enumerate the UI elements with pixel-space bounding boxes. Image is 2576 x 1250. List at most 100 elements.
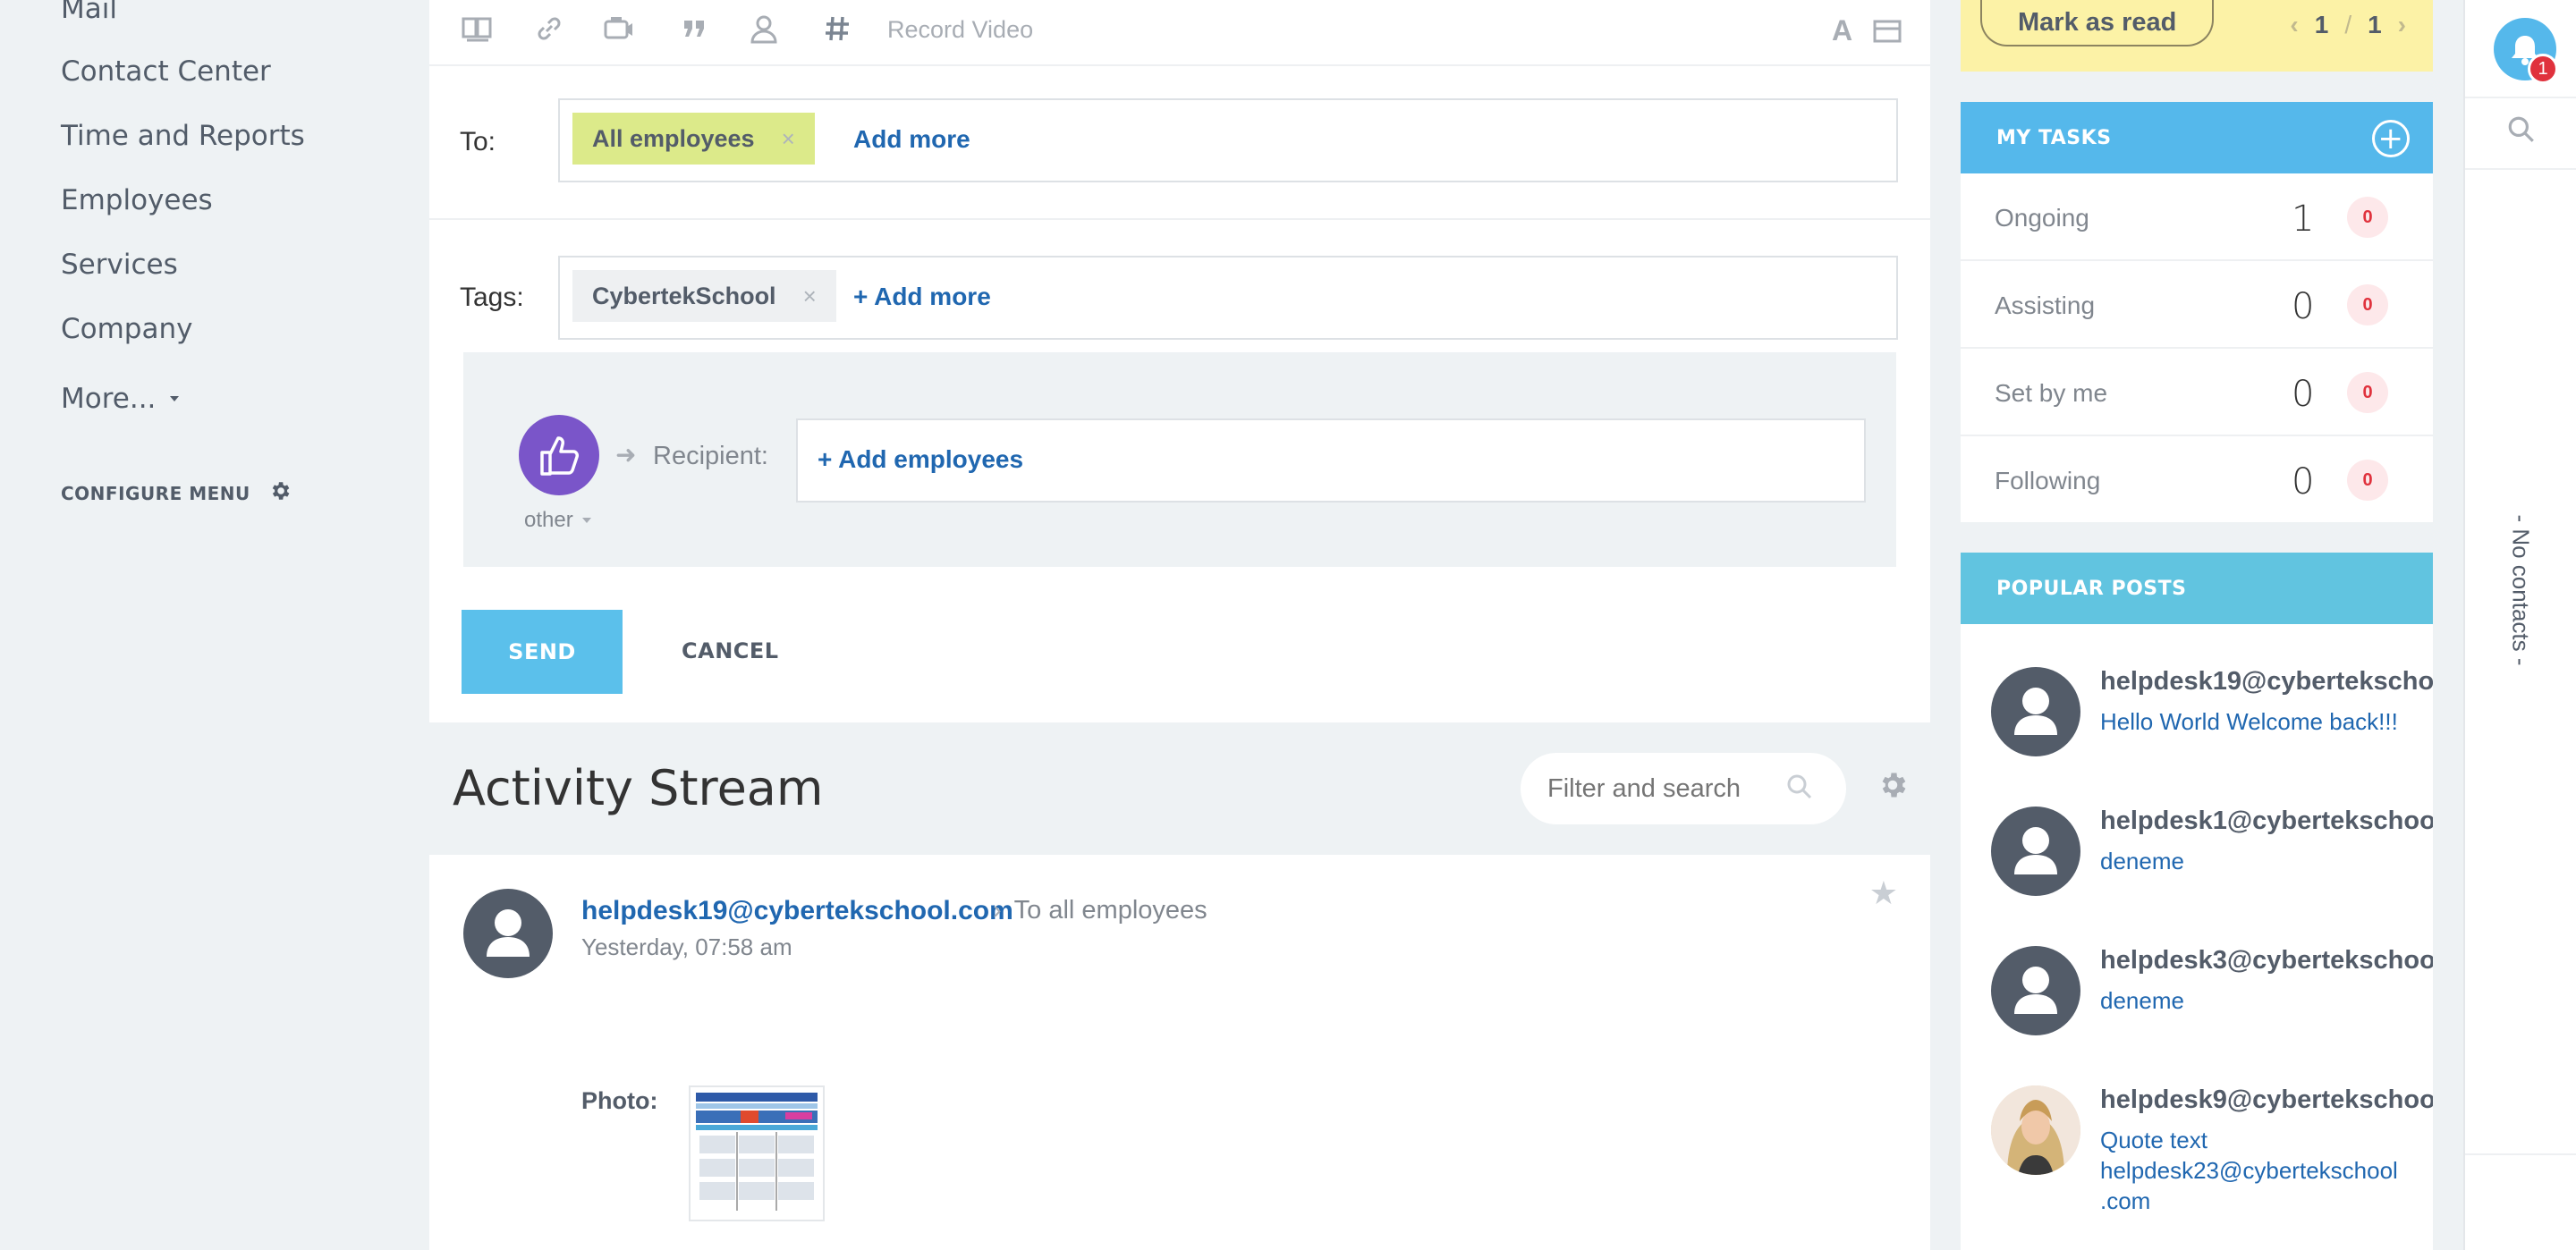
task-count: 0 xyxy=(2292,461,2315,503)
tag-chip-label: CybertekSchool xyxy=(592,282,776,309)
photo-thumbnail[interactable] xyxy=(689,1085,825,1221)
nav-item-mail[interactable]: Mail xyxy=(61,0,117,25)
nav-item-employees[interactable]: Employees xyxy=(61,184,213,216)
contacts-strip: 1 - No contacts - xyxy=(2463,0,2576,1250)
popular-post-text[interactable]: Quote text xyxy=(2100,1125,2207,1155)
popular-post-author[interactable]: helpdesk19@cybertekschool.com xyxy=(2100,667,2433,697)
recipients-field[interactable]: All employees × Add more xyxy=(558,98,1898,182)
send-button[interactable]: SEND xyxy=(462,610,623,694)
nav-item-contact-center[interactable]: Contact Center xyxy=(61,55,271,88)
popular-post-text[interactable]: Hello World Welcome back!!! xyxy=(2100,706,2398,737)
hashtag-icon[interactable] xyxy=(819,9,855,48)
filter-search-input[interactable] xyxy=(1547,771,1780,807)
add-tag-link[interactable]: + Add more xyxy=(853,283,991,311)
mention-icon[interactable] xyxy=(746,9,782,48)
task-label: Assisting xyxy=(1995,291,2096,319)
post-timestamp[interactable]: Yesterday, 07:58 am xyxy=(581,933,792,961)
task-badge: 0 xyxy=(2347,460,2388,501)
contact-search-icon[interactable] xyxy=(2506,114,2537,149)
divider xyxy=(2465,97,2576,98)
no-contacts-label: - No contacts - xyxy=(2507,514,2535,666)
my-tasks-list: Ongoing 1 0 Assisting 0 0 Set by me 0 0 … xyxy=(1961,173,2433,522)
appreciation-recipient-field[interactable]: + Add employees xyxy=(796,418,1866,503)
mark-as-read-button[interactable]: Mark as read xyxy=(1980,0,2215,46)
add-task-icon[interactable]: + xyxy=(2372,120,2410,157)
task-row-set-by-me[interactable]: Set by me 0 0 xyxy=(1961,349,2433,436)
left-navigation: Mail Contact Center Time and Reports Emp… xyxy=(0,0,429,1250)
thumbs-up-icon[interactable] xyxy=(519,415,599,495)
star-icon[interactable]: ★ xyxy=(1869,874,1898,912)
avatar[interactable] xyxy=(1991,1085,2080,1175)
avatar[interactable] xyxy=(1991,667,2080,756)
composer-toolbar: Record Video A xyxy=(429,0,1930,66)
avatar[interactable] xyxy=(1991,946,2080,1035)
file-icon[interactable] xyxy=(460,9,496,48)
link-icon[interactable] xyxy=(531,9,567,48)
photo-label: Photo: xyxy=(581,1087,658,1114)
task-badge: 0 xyxy=(2347,372,2388,413)
record-video-button[interactable]: Record Video xyxy=(887,16,1033,44)
appreciation-panel: other ➜ Recipient: + Add employees xyxy=(463,352,1896,567)
configure-menu-button[interactable]: CONFIGURE MENU xyxy=(61,479,292,507)
nav-item-company[interactable]: Company xyxy=(61,313,192,345)
popular-posts-list: helpdesk19@cybertekschool.com Hello Worl… xyxy=(1961,624,2433,1250)
chevron-down-icon xyxy=(581,518,591,523)
popular-post-text[interactable]: helpdesk23@cybertekschool xyxy=(2100,1155,2398,1186)
popular-post-author[interactable]: helpdesk9@cybertekschool.com xyxy=(2100,1085,2433,1115)
add-employees-link[interactable]: + Add employees xyxy=(818,445,1023,474)
popular-post-text[interactable]: deneme xyxy=(2100,846,2184,876)
post-composer: Record Video A To: All employees × Add m… xyxy=(429,0,1930,722)
popular-post-text[interactable]: .com xyxy=(2100,1186,2150,1216)
avatar[interactable] xyxy=(463,889,553,978)
my-tasks-header[interactable]: MY TASKS + xyxy=(1961,102,2433,173)
cancel-button[interactable]: CANCEL xyxy=(682,638,779,663)
remove-recipient-icon[interactable]: × xyxy=(782,125,795,153)
chevron-right-icon[interactable]: › xyxy=(2398,11,2406,39)
chevron-left-icon[interactable]: ‹ xyxy=(2290,11,2298,39)
nav-more-label: More... xyxy=(61,383,157,415)
gear-icon xyxy=(268,479,292,507)
nav-item-more[interactable]: More... xyxy=(61,383,180,415)
video-icon[interactable] xyxy=(601,9,637,48)
avatar[interactable] xyxy=(1991,807,2080,896)
tags-field[interactable]: CybertekSchool × + Add more xyxy=(558,256,1898,340)
popular-posts-header: POPULAR POSTS xyxy=(1961,553,2433,624)
task-count: 0 xyxy=(2292,286,2315,327)
quote-icon[interactable] xyxy=(676,9,712,48)
divider xyxy=(2465,168,2576,170)
task-row-assisting[interactable]: Assisting 0 0 xyxy=(1961,261,2433,349)
appreciation-type-select[interactable]: other xyxy=(524,508,591,533)
nav-item-services[interactable]: Services xyxy=(61,249,178,281)
notification-bar: Mark as read ‹ 1 / 1 › xyxy=(1961,0,2433,72)
task-row-following[interactable]: Following 0 0 xyxy=(1961,436,2433,524)
appreciation-type-label: other xyxy=(524,508,573,532)
stream-settings-gear-icon[interactable] xyxy=(1877,769,1909,806)
divider xyxy=(429,218,1930,220)
task-badge: 0 xyxy=(2347,284,2388,325)
filter-search[interactable] xyxy=(1521,753,1846,824)
post-recipients-label[interactable]: To all employees xyxy=(1014,896,1208,925)
popular-post-text[interactable]: deneme xyxy=(2100,985,2184,1016)
nav-item-time-and-reports[interactable]: Time and Reports xyxy=(61,120,305,152)
tags-label: Tags: xyxy=(460,283,524,312)
post-recipients: › To all employees xyxy=(993,896,1208,925)
popular-post-author[interactable]: helpdesk1@cybertekschool.com xyxy=(2100,807,2433,836)
text-format-icon[interactable]: A xyxy=(1832,14,1852,47)
task-label: Following xyxy=(1995,467,2101,494)
tag-chip[interactable]: CybertekSchool × xyxy=(572,270,836,322)
to-label: To: xyxy=(460,127,496,156)
notification-count-badge: 1 xyxy=(2528,54,2558,84)
recipient-chip[interactable]: All employees × xyxy=(572,113,815,165)
task-label: Set by me xyxy=(1995,379,2108,407)
task-count: 0 xyxy=(2292,374,2315,415)
remove-tag-icon[interactable]: × xyxy=(803,283,817,310)
recipient-chip-label: All employees xyxy=(592,124,755,152)
search-icon[interactable] xyxy=(1785,773,1814,806)
popular-post-author[interactable]: helpdesk3@cybertekschool.com xyxy=(2100,946,2433,976)
fullscreen-icon[interactable] xyxy=(1873,18,1902,51)
post-author-link[interactable]: helpdesk19@cybertekschool.com xyxy=(581,896,1013,926)
task-row-ongoing[interactable]: Ongoing 1 0 xyxy=(1961,173,2433,261)
chevron-right-icon: › xyxy=(993,896,1002,925)
arrow-right-icon: ➜ xyxy=(615,441,637,469)
add-recipient-link[interactable]: Add more xyxy=(853,125,970,154)
